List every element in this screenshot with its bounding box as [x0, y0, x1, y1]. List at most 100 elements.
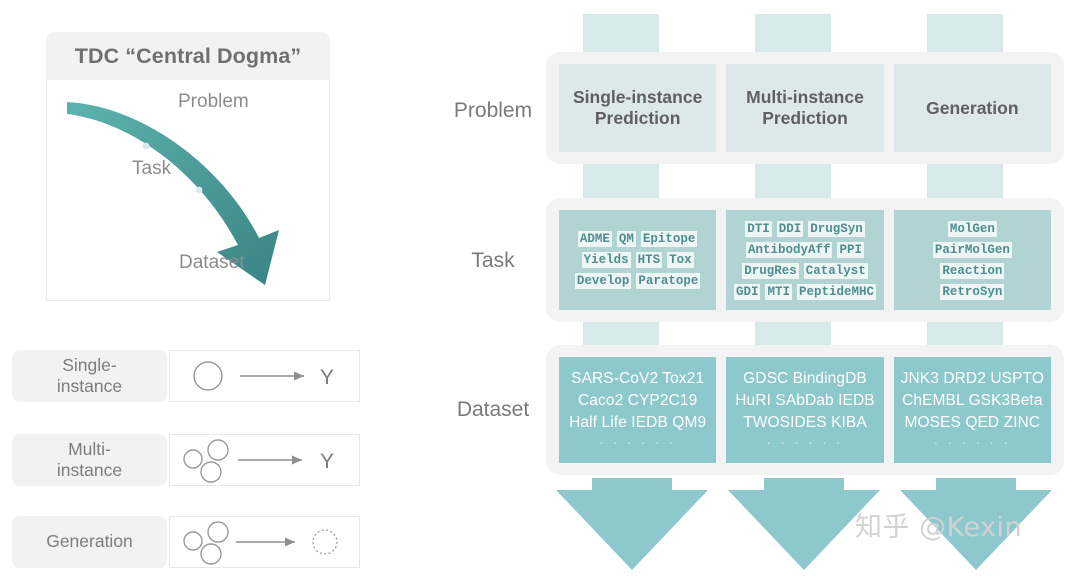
page-title: TDC “Central Dogma”	[46, 32, 330, 80]
task-tag[interactable]: RetroSyn	[940, 283, 1005, 300]
left-panel: TDC “Central Dogma” Problem Task Dataset	[0, 0, 420, 577]
task-row: ADME QM Epitope Yields HTS Tox Develop P…	[546, 198, 1064, 322]
connector-mid-3	[927, 160, 1003, 202]
row-label-problem: Problem	[453, 99, 533, 122]
down-arrow-icon-2	[728, 478, 880, 570]
task-tag[interactable]: PairMolGen	[932, 241, 1012, 258]
task-tag-line: GDI MTI PeptideMHC	[733, 283, 877, 300]
legend-row-generation: Generation	[12, 516, 360, 568]
task-tag[interactable]: DrugRes	[742, 262, 799, 279]
connector-top-3	[927, 14, 1003, 54]
task-cell-single-instance[interactable]: ADME QM Epitope Yields HTS Tox Develop P…	[559, 210, 717, 310]
multi-instance-diagram-icon: Y	[183, 439, 334, 483]
problem-cell-line2: Prediction	[594, 108, 681, 128]
task-tag[interactable]: Paratope	[636, 273, 701, 289]
problem-cell-line1: Single-instance	[572, 87, 703, 107]
dataset-line: TWOSIDES KIBA	[743, 414, 867, 431]
connector-mid-2	[755, 160, 831, 202]
task-tag[interactable]: Tox	[667, 252, 694, 268]
task-tag[interactable]: ADME	[577, 231, 612, 247]
single-instance-diagram-icon: Y	[193, 361, 334, 391]
task-tag[interactable]: Reaction	[940, 262, 1005, 279]
task-tag-line: MolGen	[947, 220, 997, 237]
task-cell-generation[interactable]: MolGen PairMolGen Reaction RetroSyn	[893, 210, 1051, 310]
task-tag-line: DTI DDI DrugSyn	[745, 220, 865, 237]
dataset-line: HuRI SAbDab IEDB	[735, 392, 875, 409]
task-tag-line: DrugRes Catalyst	[742, 262, 868, 279]
task-tag[interactable]: Catalyst	[803, 262, 868, 279]
svg-text:Y: Y	[320, 366, 334, 389]
dataset-line: MOSES QED ZINC	[904, 414, 1041, 431]
right-panel: Problem Task Dataset Single-instance Pre…	[420, 0, 1080, 577]
task-tag[interactable]: Yields	[581, 252, 631, 268]
tdc-central-dogma-card: TDC “Central Dogma” Problem Task Dataset	[46, 32, 330, 301]
task-tag[interactable]: MTI	[765, 283, 792, 300]
task-tag-line: AntibodyAff PPI	[745, 241, 864, 258]
dogma-label-dataset: Dataset	[179, 252, 245, 273]
task-tag[interactable]: PPI	[837, 241, 864, 258]
legend-label-generation: Generation	[12, 516, 167, 568]
problem-cell-generation[interactable]: Generation	[893, 64, 1051, 152]
dataset-more-indicator: · · · · · ·	[599, 435, 677, 450]
legend-label-line2: instance	[56, 375, 123, 396]
dataset-more-indicator: · · · · · ·	[766, 435, 844, 450]
task-tag[interactable]: PeptideMHC	[797, 283, 877, 300]
task-tag[interactable]: AntibodyAff	[745, 241, 833, 258]
task-tag[interactable]: GDI	[733, 283, 761, 300]
task-tag-line: Develop Paratope	[574, 273, 701, 289]
down-arrow-icon-1	[556, 478, 708, 570]
task-tag-line: Yields HTS Tox	[581, 252, 694, 268]
dogma-diagram: Problem Task Dataset	[46, 80, 330, 301]
legend-label-single-instance: Single- instance	[12, 350, 167, 402]
task-tag[interactable]: MolGen	[947, 220, 997, 237]
task-tag[interactable]: DTI	[745, 220, 772, 237]
dataset-line: Caco2 CYP2C19	[577, 392, 698, 409]
problem-cell-line1: Multi-instance	[746, 87, 864, 107]
dataset-cell-generation[interactable]: JNK3 DRD2 USPTO ChEMBL GSK3Beta MOSES QE…	[893, 357, 1051, 463]
problem-cell-line2: Prediction	[762, 108, 848, 128]
generation-diagram-icon	[183, 521, 338, 565]
dataset-cell-single-instance[interactable]: SARS-CoV2 Tox21 Caco2 CYP2C19 Half Life …	[559, 357, 717, 463]
legend-label-line1: Single-	[62, 354, 117, 375]
legend-diagram-multi-instance: Y	[169, 434, 360, 486]
task-tag[interactable]: Develop	[574, 273, 632, 289]
problem-row: Single-instance Prediction Multi-instanc…	[546, 52, 1064, 164]
dataset-line: GDSC BindingDB	[743, 370, 867, 387]
task-tag[interactable]: QM	[616, 231, 636, 247]
problem-cell-multi-instance[interactable]: Multi-instance Prediction	[726, 64, 884, 152]
problem-cell-line1: Generation	[926, 97, 1019, 118]
bottom-arrows-group	[546, 478, 1064, 577]
task-tag-line: ADME QM Epitope	[577, 231, 698, 247]
task-tag-line: RetroSyn	[940, 283, 1005, 300]
connector-mid-1	[583, 160, 659, 202]
legend-row-multi-instance: Multi- instance Y	[12, 434, 360, 486]
task-tag[interactable]: HTS	[635, 252, 663, 268]
task-tag[interactable]: Epitope	[640, 231, 698, 247]
legend-label-multi-instance: Multi- instance	[12, 434, 167, 486]
dataset-line: SARS-CoV2 Tox21	[571, 370, 705, 387]
task-tag[interactable]: DDI	[776, 220, 804, 237]
legend-diagram-generation	[169, 516, 360, 568]
legend-diagram-single-instance: Y	[169, 350, 360, 402]
problem-cell-single-instance[interactable]: Single-instance Prediction	[559, 64, 717, 152]
dataset-cell-multi-instance[interactable]: GDSC BindingDB HuRI SAbDab IEDB TWOSIDES…	[726, 357, 884, 463]
task-tag-line: PairMolGen	[932, 241, 1012, 258]
dataset-row: SARS-CoV2 Tox21 Caco2 CYP2C19 Half Life …	[546, 345, 1064, 475]
legend-label-line2: instance	[56, 459, 123, 480]
legend-row-single-instance: Single- instance Y	[12, 350, 360, 402]
dogma-label-problem: Problem	[178, 91, 249, 112]
dogma-label-task: Task	[132, 158, 172, 179]
row-label-dataset: Dataset	[456, 398, 530, 421]
down-arrow-icon-3	[900, 478, 1052, 570]
connector-top-1	[583, 14, 659, 54]
legend-label-line1: Multi-	[68, 438, 111, 459]
svg-text:Y: Y	[320, 450, 334, 473]
dataset-line: Half Life IEDB QM9	[569, 414, 707, 431]
task-cell-multi-instance[interactable]: DTI DDI DrugSyn AntibodyAff PPI DrugRes …	[726, 210, 884, 310]
row-label-task: Task	[471, 249, 515, 272]
dataset-line: JNK3 DRD2 USPTO	[900, 370, 1044, 387]
task-tag-line: Reaction	[940, 262, 1005, 279]
connector-top-2	[755, 14, 831, 54]
dataset-more-indicator: · · · · · ·	[933, 435, 1011, 450]
task-tag[interactable]: DrugSyn	[808, 220, 865, 237]
